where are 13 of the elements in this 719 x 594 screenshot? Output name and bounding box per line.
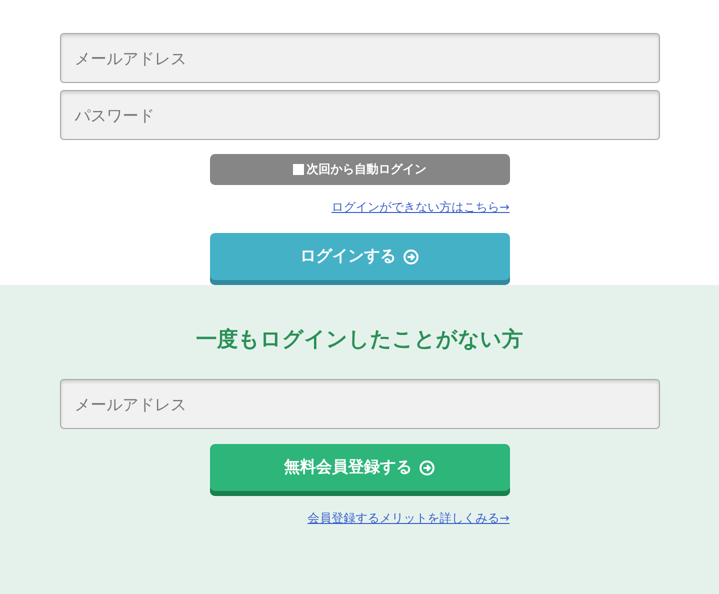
forgot-login-link[interactable]: ログインができない方はこちら→	[331, 199, 510, 216]
email-field[interactable]: メールアドレス	[60, 33, 660, 83]
checkbox[interactable]	[292, 164, 304, 175]
register-button[interactable]: 無料会員登録する	[210, 444, 510, 496]
benefits-link[interactable]: 会員登録するメリットを詳しくみる→	[307, 510, 510, 527]
arrow-circle-icon	[403, 248, 419, 264]
password-field[interactable]: パスワード	[60, 90, 660, 140]
email-field[interactable]: メールアドレス	[60, 379, 660, 429]
auto-login-toggle[interactable]: 次回から自動ログイン	[210, 154, 510, 185]
auto-login-label: 次回から自動ログイン	[306, 161, 426, 178]
login-button[interactable]: ログインする	[210, 233, 510, 285]
arrow-circle-icon	[419, 460, 435, 476]
section-heading: 一度もログインしたことがない方	[196, 326, 523, 353]
